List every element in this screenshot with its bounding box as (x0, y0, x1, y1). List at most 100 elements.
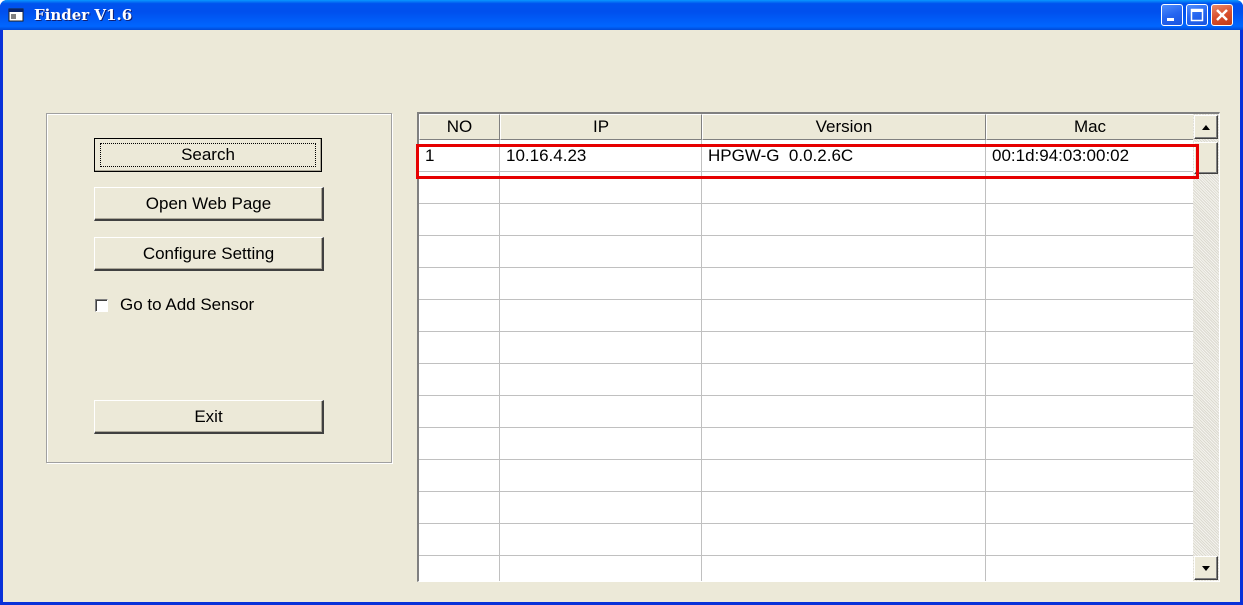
exit-button[interactable]: Exit (94, 400, 324, 434)
table-row[interactable] (419, 492, 1194, 524)
table-row[interactable] (419, 300, 1194, 332)
table-cell (419, 332, 500, 364)
table-cell (702, 236, 986, 268)
table-row[interactable] (419, 428, 1194, 460)
table-cell (702, 492, 986, 524)
table-cell (986, 268, 1194, 300)
table-cell (419, 204, 500, 236)
table-cell (500, 300, 702, 332)
scroll-down-button[interactable] (1194, 556, 1218, 580)
table-cell: HPGW-G 0.0.2.6C (702, 140, 986, 172)
table-row[interactable] (419, 460, 1194, 492)
search-button[interactable]: Search (94, 138, 322, 172)
table-cell (702, 428, 986, 460)
maximize-button[interactable] (1186, 4, 1208, 26)
table-cell (986, 524, 1194, 556)
close-button[interactable] (1211, 4, 1233, 26)
table-row[interactable] (419, 396, 1194, 428)
table-row[interactable] (419, 268, 1194, 300)
table-cell: 1 (419, 140, 500, 172)
table-cell (419, 364, 500, 396)
table-cell (986, 396, 1194, 428)
table-row[interactable] (419, 236, 1194, 268)
table-cell (702, 204, 986, 236)
open-web-page-label: Open Web Page (145, 193, 272, 213)
table-cell (419, 556, 500, 581)
arrow-down-icon (1202, 566, 1210, 571)
minimize-icon (1167, 18, 1174, 21)
table-cell (986, 172, 1194, 204)
table-row[interactable] (419, 332, 1194, 364)
table-row[interactable] (419, 556, 1194, 581)
table-cell (986, 428, 1194, 460)
device-table-body: NO IP Version Mac 1 10.16.4.23 HPGW-G 0.0.2.6… (419, 114, 1194, 581)
configure-setting-button[interactable]: Configure Setting (94, 237, 324, 271)
table-cell (702, 524, 986, 556)
table-cell (702, 396, 986, 428)
focus-rectangle (100, 143, 316, 167)
table-cell (986, 236, 1194, 268)
table-cell (702, 300, 986, 332)
table-cell (500, 428, 702, 460)
table-row[interactable]: 1 10.16.4.23 HPGW-G 0.0.2.6C 00:1d:94:03:00… (419, 140, 1194, 172)
table-cell (419, 460, 500, 492)
table-cell (419, 172, 500, 204)
column-header[interactable]: Version (702, 114, 986, 140)
table-cell (986, 556, 1194, 581)
minimize-button[interactable] (1161, 4, 1183, 26)
device-table[interactable]: NO IP Version Mac 1 10.16.4.23 HPGW-G 0.0.2.6… (417, 112, 1220, 582)
configure-setting-label: Configure Setting (142, 243, 275, 263)
window-icon (8, 8, 24, 22)
table-cell (986, 492, 1194, 524)
table-cell (500, 524, 702, 556)
exit-button-label: Exit (194, 406, 223, 426)
table-cell (986, 204, 1194, 236)
column-header[interactable]: IP (500, 114, 702, 140)
add-sensor-label: Go to Add Sensor (120, 295, 255, 314)
title-bar[interactable]: Finder V1.6 (0, 0, 1243, 30)
table-cell (500, 236, 702, 268)
table-cell (702, 364, 986, 396)
close-icon (1216, 9, 1228, 21)
maximize-icon (1190, 8, 1204, 22)
column-header[interactable]: NO (419, 114, 500, 140)
window-title: Finder V1.6 (34, 6, 133, 24)
table-cell (702, 556, 986, 581)
table-cell (500, 204, 702, 236)
table-header: NO IP Version Mac (419, 114, 1194, 140)
table-cell (500, 396, 702, 428)
table-cell (986, 460, 1194, 492)
table-cell: 00:1d:94:03:00:02 (986, 140, 1194, 172)
table-cell (986, 300, 1194, 332)
table-cell (419, 428, 500, 460)
table-cell (500, 172, 702, 204)
open-web-page-button[interactable]: Open Web Page (94, 187, 324, 221)
table-cell (419, 236, 500, 268)
table-cell (986, 364, 1194, 396)
table-row[interactable] (419, 204, 1194, 236)
column-header[interactable]: Mac (986, 114, 1194, 140)
table-cell (500, 460, 702, 492)
table-cell (419, 492, 500, 524)
table-cell: 10.16.4.23 (500, 140, 702, 172)
table-cell (419, 396, 500, 428)
table-cell (702, 332, 986, 364)
table-row[interactable] (419, 364, 1194, 396)
table-cell (419, 300, 500, 332)
add-sensor-checkbox[interactable] (95, 298, 108, 312)
table-cell (500, 492, 702, 524)
scroll-thumb[interactable] (1194, 142, 1218, 174)
vertical-scrollbar[interactable] (1193, 114, 1219, 581)
add-sensor-option[interactable]: Go to Add Sensor (95, 295, 254, 315)
table-cell (419, 524, 500, 556)
table-cell (702, 268, 986, 300)
table-cell (702, 460, 986, 492)
table-cell (500, 268, 702, 300)
table-row[interactable] (419, 172, 1194, 204)
table-cell (986, 332, 1194, 364)
table-cell (500, 332, 702, 364)
scroll-up-button[interactable] (1194, 115, 1218, 139)
finder-window: Finder V1.6 Search Open Web Page Configu… (0, 0, 1243, 605)
table-cell (702, 172, 986, 204)
table-row[interactable] (419, 524, 1194, 556)
